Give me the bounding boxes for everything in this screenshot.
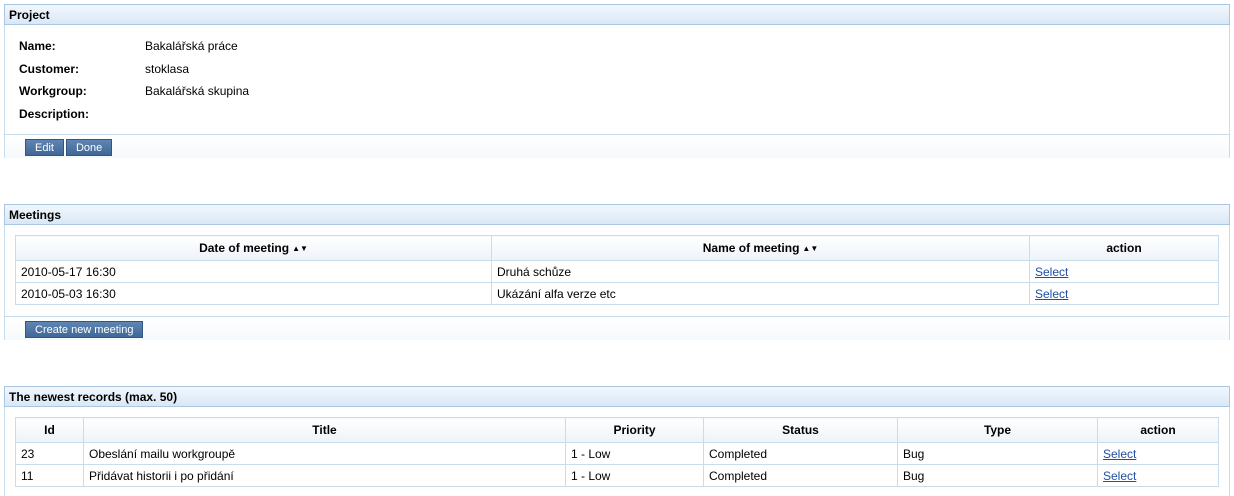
- record-type: Bug: [897, 464, 1098, 487]
- field-description: Description:: [19, 105, 1229, 128]
- record-type: Bug: [897, 442, 1098, 465]
- column-header-id: Id: [15, 417, 84, 443]
- project-panel: Project Name: Bakalářská práce Customer:…: [4, 4, 1230, 158]
- record-id: 23: [15, 442, 84, 465]
- table-row: 23 Obeslání mailu workgroupě 1 - Low Com…: [15, 442, 1219, 465]
- table-header-row: Id Title Priority Status Type action: [15, 417, 1219, 443]
- meeting-date: 2010-05-17 16:30: [15, 260, 492, 283]
- record-priority: 1 - Low: [565, 464, 704, 487]
- project-panel-footer: Edit Done: [5, 134, 1229, 158]
- table-header-row: Date of meeting ▲▼ Name of meeting ▲▼ acti…: [15, 235, 1219, 261]
- field-label: Workgroup:: [19, 84, 87, 98]
- record-status: Completed: [703, 464, 898, 487]
- meeting-date: 2010-05-03 16:30: [15, 282, 492, 305]
- column-header-name[interactable]: Name of meeting ▲▼: [491, 235, 1030, 261]
- field-label: Name:: [19, 39, 56, 53]
- record-status: Completed: [703, 442, 898, 465]
- meetings-panel: Meetings Date of meeting ▲▼ Name of meeti…: [4, 204, 1230, 340]
- table-row: 2010-05-17 16:30 Druhá schůze Select: [15, 260, 1219, 283]
- table-row: 11 Přidávat historii i po přidání 1 - Lo…: [15, 464, 1219, 487]
- meetings-table: Date of meeting ▲▼ Name of meeting ▲▼ acti…: [15, 235, 1219, 305]
- project-fields: Name: Bakalářská práce Customer: stoklas…: [5, 25, 1229, 127]
- table-row: 2010-05-03 16:30 Ukázání alfa verze etc …: [15, 282, 1219, 305]
- meetings-panel-header: Meetings: [4, 204, 1230, 225]
- edit-button[interactable]: Edit: [25, 139, 64, 156]
- field-label: Customer:: [19, 61, 80, 76]
- field-value: Bakalářská práce: [145, 39, 238, 53]
- record-title: Přidávat historii i po přidání: [83, 464, 566, 487]
- record-priority: 1 - Low: [565, 442, 704, 465]
- meeting-name: Ukázání alfa verze etc: [491, 282, 1030, 305]
- create-meeting-button[interactable]: Create new meeting: [25, 321, 144, 338]
- sort-arrows-icon[interactable]: ▲▼: [802, 244, 818, 253]
- column-header-priority: Priority: [565, 417, 704, 443]
- field-label: Description:: [19, 106, 90, 121]
- column-header-action: action: [1097, 417, 1219, 443]
- records-table: Id Title Priority Status Type action 23 …: [15, 417, 1219, 487]
- select-link[interactable]: Select: [1035, 265, 1068, 279]
- project-panel-header: Project: [4, 4, 1230, 25]
- column-header-action: action: [1029, 235, 1219, 261]
- column-header-title: Title: [83, 417, 566, 443]
- meeting-name: Druhá schůze: [491, 260, 1030, 283]
- field-workgroup: Workgroup: Bakalářská skupina: [19, 82, 1229, 105]
- select-link[interactable]: Select: [1035, 287, 1068, 301]
- sort-arrows-icon[interactable]: ▲▼: [292, 244, 308, 253]
- select-link[interactable]: Select: [1103, 447, 1136, 461]
- records-panel: The newest records (max. 50) Id Title Pr…: [4, 386, 1230, 496]
- meetings-panel-footer: Create new meeting: [5, 316, 1229, 340]
- column-header-type: Type: [897, 417, 1098, 443]
- field-value: stoklasa: [145, 61, 190, 76]
- record-title: Obeslání mailu workgroupě: [83, 442, 566, 465]
- column-header-date[interactable]: Date of meeting ▲▼: [15, 235, 492, 261]
- record-id: 11: [15, 464, 84, 487]
- column-header-status: Status: [703, 417, 898, 443]
- field-customer: Customer: stoklasa: [19, 60, 1229, 83]
- select-link[interactable]: Select: [1103, 469, 1136, 483]
- field-value: Bakalářská skupina: [145, 84, 250, 98]
- done-button[interactable]: Done: [65, 139, 113, 156]
- field-name: Name: Bakalářská práce: [19, 37, 1229, 60]
- records-panel-header: The newest records (max. 50): [4, 386, 1230, 407]
